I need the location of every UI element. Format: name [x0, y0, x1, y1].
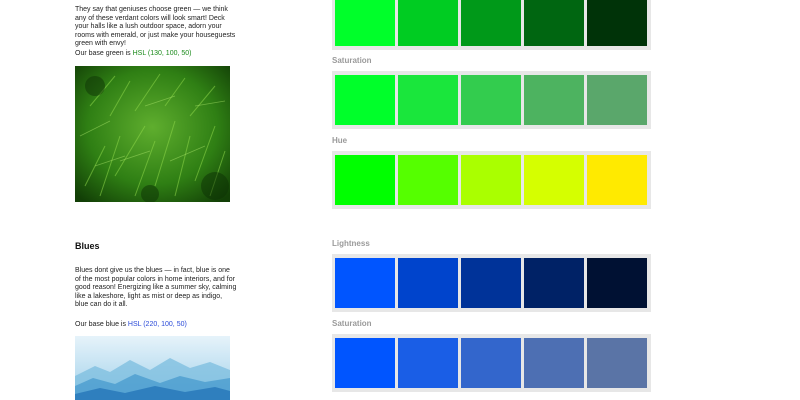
green-hue-strip — [332, 151, 651, 209]
greens-base-prefix: Our base green is — [75, 50, 133, 57]
green-hue-swatch-1[interactable] — [335, 155, 395, 205]
blue-lightness-swatch-1[interactable] — [335, 258, 395, 308]
blue-saturation-swatch-1[interactable] — [335, 338, 395, 388]
blue-saturation-label: Saturation — [332, 319, 372, 328]
greens-intro-text: They say that geniuses choose green — we… — [75, 6, 236, 48]
green-hue-swatch-2[interactable] — [398, 155, 458, 205]
blues-photo — [75, 336, 230, 400]
green-lightness-swatch-1[interactable] — [335, 0, 395, 46]
green-saturation-swatch-3[interactable] — [461, 75, 521, 125]
blues-intro-text: Blues dont give us the blues — in fact, … — [75, 267, 237, 309]
green-hue-swatch-4[interactable] — [524, 155, 584, 205]
greens-base-hsl-value: HSL (130, 100, 50) — [132, 50, 192, 57]
green-lightness-swatch-4[interactable] — [524, 0, 584, 46]
green-lightness-swatch-5[interactable] — [587, 0, 647, 46]
greens-base-color-text: Our base green is HSL (130, 100, 50) — [75, 49, 191, 58]
foliage-photo-icon — [75, 66, 230, 202]
green-saturation-strip — [332, 71, 651, 129]
blue-lightness-swatch-3[interactable] — [461, 258, 521, 308]
blue-saturation-swatch-5[interactable] — [587, 338, 647, 388]
green-saturation-swatch-4[interactable] — [524, 75, 584, 125]
blue-lightness-label: Lightness — [332, 239, 370, 248]
blue-lightness-swatch-5[interactable] — [587, 258, 647, 308]
blues-base-color-text: Our base blue is HSL (220, 100, 50) — [75, 320, 187, 329]
green-lightness-swatch-3[interactable] — [461, 0, 521, 46]
blues-heading: Blues — [75, 241, 100, 251]
blue-saturation-swatch-3[interactable] — [461, 338, 521, 388]
green-hue-label: Hue — [332, 136, 348, 145]
blue-saturation-swatch-2[interactable] — [398, 338, 458, 388]
green-saturation-swatch-1[interactable] — [335, 75, 395, 125]
blue-lightness-swatch-2[interactable] — [398, 258, 458, 308]
greens-photo — [75, 66, 230, 202]
blue-saturation-swatch-4[interactable] — [524, 338, 584, 388]
green-saturation-label: Saturation — [332, 56, 372, 65]
green-hue-swatch-3[interactable] — [461, 155, 521, 205]
green-saturation-swatch-2[interactable] — [398, 75, 458, 125]
blues-base-hsl-value: HSL (220, 100, 50) — [127, 321, 187, 328]
green-hue-swatch-5[interactable] — [587, 155, 647, 205]
green-saturation-swatch-5[interactable] — [587, 75, 647, 125]
blue-saturation-strip — [332, 334, 651, 392]
blue-lightness-swatch-4[interactable] — [524, 258, 584, 308]
green-lightness-swatch-2[interactable] — [398, 0, 458, 46]
misty-mountains-photo-icon — [75, 336, 230, 400]
blue-lightness-strip — [332, 254, 651, 312]
green-lightness-strip — [332, 0, 651, 50]
blues-base-prefix: Our base blue is — [75, 321, 128, 328]
